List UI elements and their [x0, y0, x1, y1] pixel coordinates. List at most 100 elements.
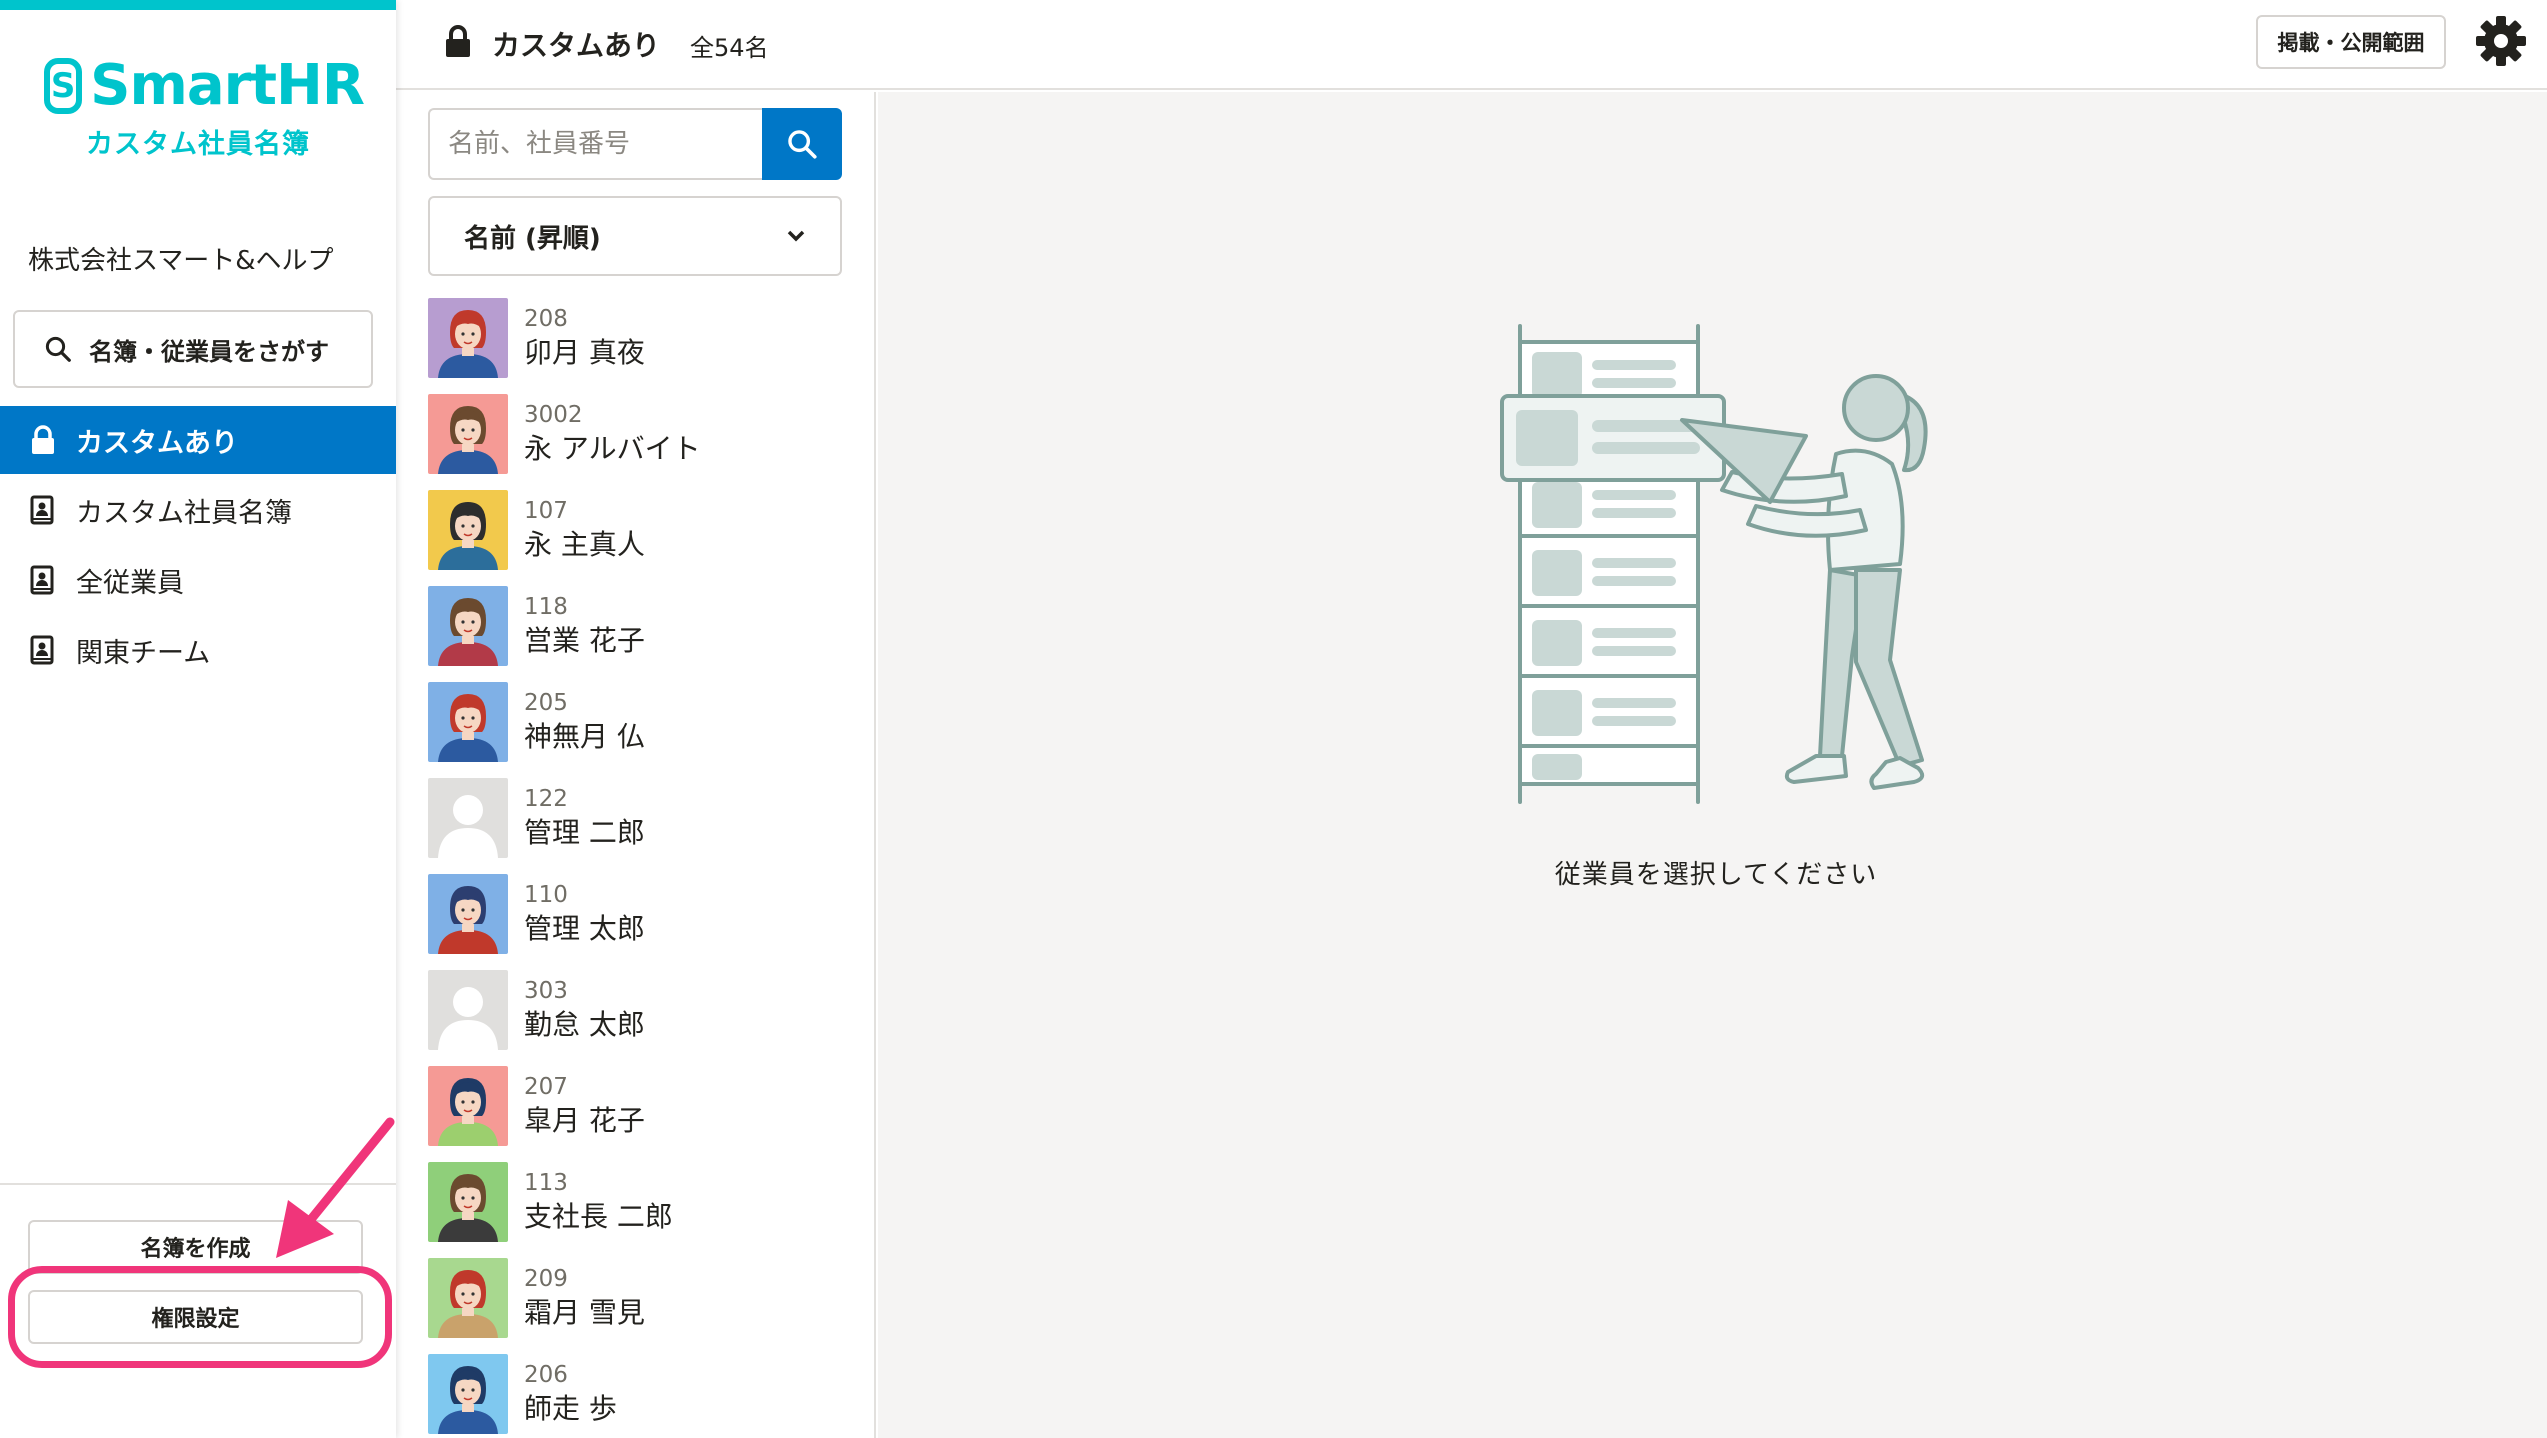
avatar — [428, 1066, 508, 1146]
company-name: 株式会社スマート&ヘルプ — [28, 246, 334, 276]
person-avatar-icon — [428, 874, 508, 954]
employee-number: 118 — [524, 594, 568, 620]
employee-list-item[interactable]: 118 営業 花子 — [428, 586, 858, 682]
employee-number: 207 — [524, 1074, 568, 1100]
default-avatar-icon — [428, 778, 508, 858]
avatar — [428, 1354, 508, 1434]
avatar — [428, 1258, 508, 1338]
employee-name: 営業 花子 — [524, 624, 645, 657]
employee-number: 122 — [524, 786, 568, 812]
roster-book-icon — [30, 495, 56, 525]
sort-select-value: 名前 (昇順) — [464, 223, 601, 254]
sidebar-item-custom-roster[interactable]: カスタム社員名簿 — [0, 476, 396, 544]
sidebar-item-label: 全従業員 — [76, 567, 184, 599]
default-avatar-icon — [428, 970, 508, 1050]
employee-info: 113 支社長 二郎 — [524, 1162, 673, 1236]
employee-name: 神無月 仏 — [524, 720, 645, 753]
employee-number: 113 — [524, 1170, 568, 1196]
employee-number: 205 — [524, 690, 568, 716]
gear-icon[interactable] — [2474, 14, 2528, 68]
employee-list-item[interactable]: 122 管理 二郎 — [428, 778, 858, 874]
roster-book-icon — [30, 565, 56, 595]
avatar — [428, 1162, 508, 1242]
employee-number: 206 — [524, 1362, 568, 1388]
search-roster-button[interactable]: 名簿・従業員をさがす — [13, 310, 373, 388]
employee-name: 管理 二郎 — [524, 816, 645, 849]
lock-icon — [446, 25, 470, 57]
employee-name: 師走 歩 — [524, 1392, 617, 1425]
logo-text: SmartHR — [90, 53, 365, 118]
page-title: カスタムあり — [492, 29, 661, 62]
employee-list-item[interactable]: 207 皐月 花子 — [428, 1066, 858, 1162]
chevron-down-icon — [787, 230, 805, 242]
employee-name: 永 主真人 — [524, 528, 645, 561]
employee-info: 303 勤怠 太郎 — [524, 970, 645, 1044]
logo-mark-icon: S — [44, 58, 83, 114]
employee-number: 209 — [524, 1266, 568, 1292]
employee-list-item[interactable]: 113 支社長 二郎 — [428, 1162, 858, 1258]
employee-info: 209 霜月 雪見 — [524, 1258, 645, 1332]
employee-list-item[interactable]: 107 永 主真人 — [428, 490, 858, 586]
person-avatar-icon — [428, 298, 508, 378]
employee-info: 110 管理 太郎 — [524, 874, 645, 948]
employee-name: 皐月 花子 — [524, 1104, 645, 1137]
smarthr-logo[interactable]: S SmartHR カスタム社員名簿 — [44, 53, 365, 166]
employee-info: 208 卯月 真夜 — [524, 298, 645, 372]
sort-select[interactable]: 名前 (昇順) — [428, 196, 842, 276]
empty-state-message: 従業員を選択してください — [1554, 860, 1878, 890]
person-avatar-icon — [428, 682, 508, 762]
avatar — [428, 298, 508, 378]
person-avatar-icon — [428, 1258, 508, 1338]
employee-number: 3002 — [524, 402, 583, 428]
employee-list-item[interactable]: 206 師走 歩 — [428, 1354, 858, 1438]
employee-info: 118 営業 花子 — [524, 586, 645, 660]
employee-info: 207 皐月 花子 — [524, 1066, 645, 1140]
employee-list-item[interactable]: 303 勤怠 太郎 — [428, 970, 858, 1066]
sidebar-item-kanto-team[interactable]: 関東チーム — [0, 616, 396, 684]
employee-list-item[interactable]: 3002 永 アルバイト — [428, 394, 858, 490]
search-roster-label: 名簿・従業員をさがす — [89, 337, 329, 366]
employee-number: 110 — [524, 882, 568, 908]
sidebar-item-label: 関東チーム — [76, 637, 211, 669]
employee-name: 支社長 二郎 — [524, 1200, 673, 1233]
permission-settings-button[interactable]: 権限設定 — [28, 1290, 363, 1344]
publish-scope-button[interactable]: 掲載・公開範囲 — [2256, 15, 2446, 69]
search-icon — [788, 130, 817, 159]
avatar — [428, 778, 508, 858]
employee-roster-illustration — [1500, 324, 1928, 804]
sidebar-item-label: カスタム社員名簿 — [76, 497, 292, 529]
sidebar-item-label: カスタムあり — [76, 427, 238, 459]
sidebar-item-custom-ari[interactable]: カスタムあり — [0, 406, 396, 474]
person-avatar-icon — [428, 1162, 508, 1242]
employee-list-item[interactable]: 110 管理 太郎 — [428, 874, 858, 970]
logo-subtitle: カスタム社員名簿 — [86, 129, 310, 160]
person-avatar-icon — [428, 394, 508, 474]
search-icon — [45, 336, 71, 362]
employee-number: 107 — [524, 498, 568, 524]
header: カスタムあり 全54名 掲載・公開範囲 — [396, 0, 2547, 90]
avatar — [428, 394, 508, 474]
employee-list-item[interactable]: 205 神無月 仏 — [428, 682, 858, 778]
employee-number: 208 — [524, 306, 568, 332]
brand-top-bar — [0, 0, 396, 10]
sidebar-item-all-employees[interactable]: 全従業員 — [0, 546, 396, 614]
annotation-arrow-icon — [276, 1117, 395, 1258]
employee-name: 霜月 雪見 — [524, 1296, 645, 1329]
employee-info: 205 神無月 仏 — [524, 682, 645, 756]
avatar — [428, 874, 508, 954]
employee-info: 3002 永 アルバイト — [524, 394, 701, 468]
employee-list-item[interactable]: 208 卯月 真夜 — [428, 298, 858, 394]
employee-count: 全54名 — [690, 34, 769, 62]
employee-search-input[interactable] — [428, 108, 762, 180]
employee-list: 208 卯月 真夜 3002 永 アルバイト 107 永 主真人 118 営業 花子 205 神無… — [428, 298, 858, 1438]
person-avatar-icon — [428, 586, 508, 666]
search-button[interactable] — [762, 108, 842, 180]
detail-area: 従業員を選択してください — [878, 92, 2547, 1438]
avatar — [428, 970, 508, 1050]
employee-name: 永 アルバイト — [524, 432, 701, 465]
employee-list-panel: 名前 (昇順) 208 卯月 真夜 3002 永 アルバイト 107 永 主真人 118 営業… — [396, 92, 876, 1438]
employee-list-item[interactable]: 209 霜月 雪見 — [428, 1258, 858, 1354]
avatar — [428, 586, 508, 666]
roster-book-icon — [30, 635, 56, 665]
employee-number: 303 — [524, 978, 568, 1004]
